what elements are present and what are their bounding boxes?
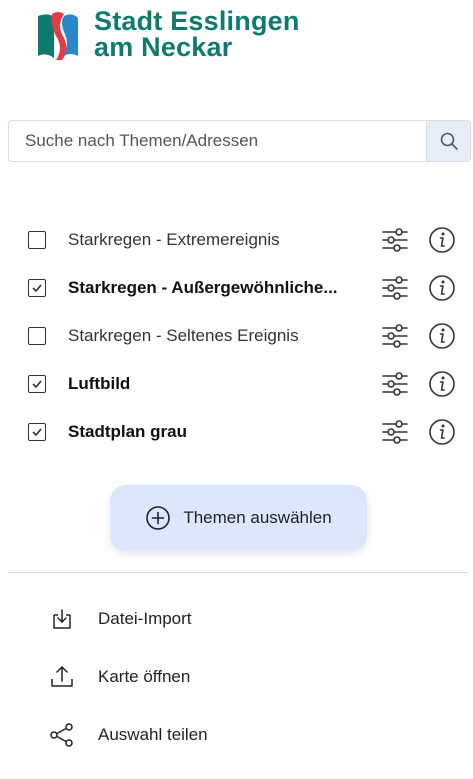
file-import-icon [53,609,71,629]
logo-line-2: am Neckar [94,32,233,62]
layer-row: Stadtplan grau [0,408,473,456]
layer-row: Starkregen - Extremereignis [0,216,473,264]
menu-label: Auswahl teilen [98,725,208,744]
layer-label: Starkregen - Außergewöhnliche... [68,278,338,297]
plus-circle-icon [146,506,171,530]
checkmark-icon [32,428,42,437]
settings-sliders-icon[interactable] [380,369,410,399]
info-icon[interactable] [428,322,456,350]
search-button[interactable] [426,121,470,161]
layer-list: Starkregen - Extremereignis Starkregen -… [0,216,473,456]
menu-label: Datei-Import [98,609,192,628]
checkmark-icon [32,284,42,293]
info-icon[interactable] [428,274,456,302]
divider [8,572,468,573]
layer-label: Starkregen - Seltenes Ereignis [68,326,299,345]
layer-checkbox[interactable] [28,231,46,249]
logo-line-1: Stadt Esslingen [94,6,300,36]
menu-item-share-selection[interactable]: Auswahl teilen [0,706,473,764]
info-icon[interactable] [428,370,456,398]
settings-sliders-icon[interactable] [380,321,410,351]
checkmark-icon [32,380,42,389]
layer-label: Stadtplan grau [68,422,188,441]
settings-sliders-icon[interactable] [380,273,410,303]
city-logo[interactable]: Stadt Esslingen am Neckar [36,6,300,62]
select-themes-button[interactable]: Themen auswählen [110,485,367,551]
layer-checkbox[interactable] [28,423,46,441]
menu-item-open-map[interactable]: Karte öffnen [0,648,473,706]
action-menu: Datei-Import Karte öffnen Auswahl teilen [0,590,473,764]
search-icon [440,132,458,150]
layer-row: Luftbild [0,360,473,408]
settings-sliders-icon[interactable] [380,417,410,447]
settings-sliders-icon[interactable] [380,225,410,255]
layer-checkbox[interactable] [28,375,46,393]
layer-checkbox[interactable] [28,279,46,297]
layer-label: Luftbild [68,374,131,393]
layer-row: Starkregen - Außergewöhnliche... [0,264,473,312]
upload-icon [51,666,73,687]
menu-item-file-import[interactable]: Datei-Import [0,590,473,648]
search-input[interactable] [9,121,426,161]
info-icon[interactable] [428,226,456,254]
layer-row: Starkregen - Seltenes Ereignis [0,312,473,360]
city-logo-mark-icon [36,8,80,60]
layer-checkbox[interactable] [28,327,46,345]
layer-label: Starkregen - Extremereignis [68,230,280,249]
menu-label: Karte öffnen [98,667,191,686]
info-icon[interactable] [428,418,456,446]
layer-panel: Stadt Esslingen am Neckar Starkregen - E… [0,0,473,779]
select-themes-label: Themen auswählen [183,508,332,527]
search-box [8,120,471,162]
share-icon [50,723,73,747]
